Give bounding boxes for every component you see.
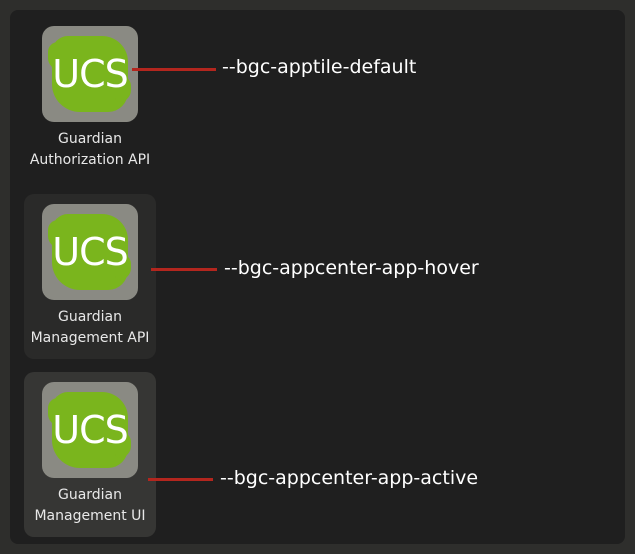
app-tile-label: Guardian Management UI [34,487,146,524]
ucs-app-icon: UCS [42,26,138,122]
callout-appcenter-app-active: --bgc-appcenter-app-active [220,467,479,489]
app-tile-guardian-management-ui[interactable]: UCS Guardian Management UI [24,372,156,537]
ucs-logo-text: UCS [52,52,128,96]
callout-appcenter-app-hover: --bgc-appcenter-app-hover [224,257,479,279]
ucs-logo-text: UCS [52,408,128,452]
ucs-logo-text: UCS [52,230,128,274]
app-tile-guardian-authorization-api[interactable]: UCS Guardian Authorization API [24,16,156,181]
ucs-app-icon: UCS [42,204,138,300]
ucs-app-icon: UCS [42,382,138,478]
callout-apptile-default: --bgc-apptile-default [222,56,417,78]
app-tile-guardian-management-api[interactable]: UCS Guardian Management API [24,194,156,359]
connector-line-default [132,68,216,71]
connector-line-hover [151,268,217,271]
app-tile-label: Guardian Authorization API [29,131,151,168]
connector-line-active [148,478,213,481]
app-tile-label: Guardian Management API [30,309,150,346]
